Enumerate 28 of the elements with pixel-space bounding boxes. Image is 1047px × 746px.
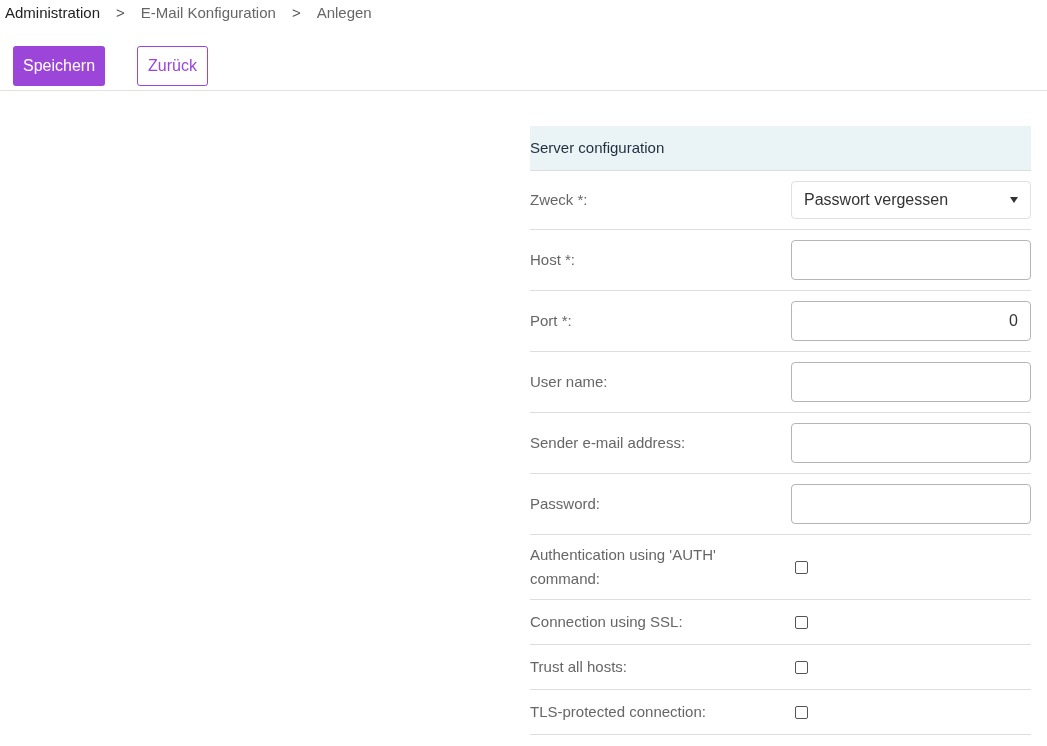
caret-icon: [1010, 197, 1018, 203]
field-label: Trust all hosts:: [530, 657, 628, 677]
field-label: Authentication using 'AUTH' command:: [530, 545, 717, 589]
field-label: Zweck *:: [530, 190, 589, 210]
input-field[interactable]: [791, 362, 1031, 402]
section-header: Server configuration: [530, 126, 1031, 171]
purpose-select[interactable]: Passwort vergessen: [791, 181, 1031, 219]
input-field[interactable]: [791, 423, 1031, 463]
field-label: TLS-protected connection:: [530, 702, 707, 722]
field-label: User name:: [530, 372, 609, 392]
checkbox[interactable]: [795, 705, 808, 719]
checkbox[interactable]: [795, 615, 808, 629]
input-field[interactable]: 0: [791, 301, 1031, 341]
input-field[interactable]: [791, 240, 1031, 280]
field-label: Sender e-mail address:: [530, 433, 687, 453]
breadcrumb-link[interactable]: Administration: [5, 2, 101, 25]
field-label: Port *:: [530, 311, 573, 331]
breadcrumb-separator: >: [116, 3, 125, 24]
checkbox[interactable]: [795, 660, 808, 674]
checkbox[interactable]: [795, 560, 808, 574]
back-button[interactable]: Zurück: [137, 46, 208, 86]
breadcrumb-separator: >: [291, 3, 301, 24]
field-label: Password:: [530, 494, 602, 514]
field-label: Connection using SSL:: [530, 612, 684, 632]
input-field[interactable]: [791, 484, 1031, 524]
save-button[interactable]: Speichern: [13, 46, 106, 86]
field-label: Host *:: [530, 250, 576, 270]
breadcrumb-link[interactable]: E-Mail Konfiguration: [140, 2, 276, 25]
